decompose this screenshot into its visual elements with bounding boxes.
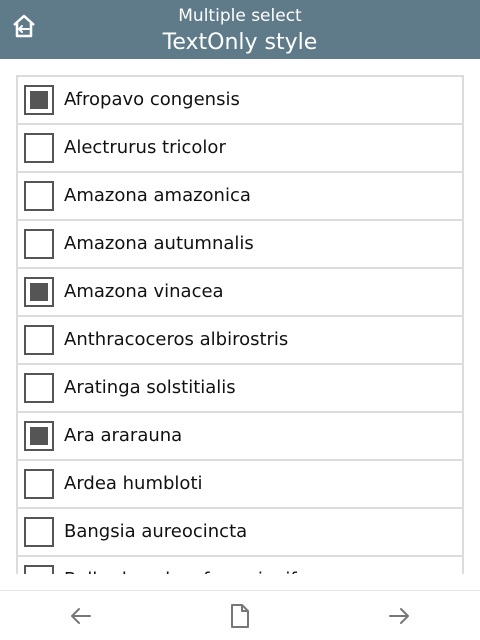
header-subtitle: Multiple select [178,6,302,26]
list-item[interactable]: Afropavo congensis [18,77,462,125]
list-item-label: Aratinga solstitialis [64,377,236,398]
list-item-label: Amazona amazonica [64,185,251,206]
checkbox-fill [30,427,48,445]
page-button[interactable] [225,601,255,631]
list-item-label: Ara ararauna [64,425,183,446]
checkbox-checked[interactable] [24,421,54,451]
checkbox[interactable] [24,565,54,574]
checkbox-checked[interactable] [24,277,54,307]
list-item[interactable]: Bangsia aureocincta [18,509,462,557]
page-title: TextOnly style [162,30,318,55]
list-item[interactable]: Ara ararauna [18,413,462,461]
back-button[interactable] [66,601,96,631]
checkbox[interactable] [24,469,54,499]
checkbox[interactable] [24,133,54,163]
checkbox-fill [30,91,48,109]
list-item[interactable]: Anthracoceros albirostris [18,317,462,365]
list-item-label: Afropavo congensis [64,89,240,110]
multi-select-list[interactable]: Afropavo congensis Alectrurus tricolor Ama… [16,75,464,574]
list-item-label: Bangsia aureocincta [64,521,248,542]
list-item-label: Bolborhynchus ferrugineifrons [64,557,336,574]
arrow-left-icon [71,608,91,624]
checkbox-fill [30,283,48,301]
checkbox[interactable] [24,229,54,259]
header-bar: Multiple select TextOnly style [0,0,480,59]
list-item[interactable]: Aratinga solstitialis [18,365,462,413]
page-icon [231,604,249,628]
list-item-label: Anthracoceros albirostris [64,329,289,350]
checkbox-checked[interactable] [24,85,54,115]
checkbox[interactable] [24,373,54,403]
list-item[interactable]: Amazona autumnalis [18,221,462,269]
forward-button[interactable] [384,601,414,631]
list-item-label: Alectrurus tricolor [64,137,226,158]
arrow-right-icon [389,608,409,624]
list-item-label: Amazona autumnalis [64,233,254,254]
list-item-label: Amazona vinacea [64,281,224,302]
list-item[interactable]: Amazona amazonica [18,173,462,221]
checkbox[interactable] [24,325,54,355]
footer-toolbar [0,590,480,640]
checkbox[interactable] [24,517,54,547]
list-item[interactable]: Bolborhynchus ferrugineifrons [18,557,462,574]
list-item[interactable]: Amazona vinacea [18,269,462,317]
list-item[interactable]: Alectrurus tricolor [18,125,462,173]
checkbox[interactable] [24,181,54,211]
list-item-label: Ardea humbloti [64,473,203,494]
list-item[interactable]: Ardea humbloti [18,461,462,509]
